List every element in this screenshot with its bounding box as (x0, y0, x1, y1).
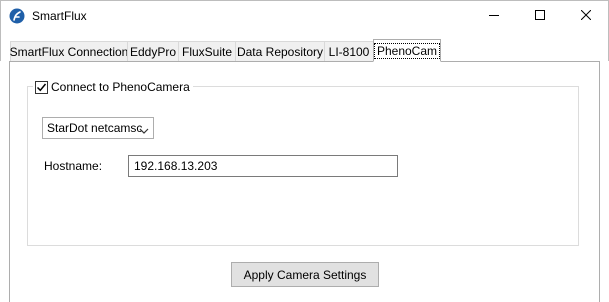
tab-fluxsuite[interactable]: FluxSuite (178, 41, 236, 62)
camera-model-value: StarDot netcamsc (47, 121, 143, 135)
camera-model-select[interactable]: StarDot netcamsc (42, 117, 154, 139)
tab-label: SmartFlux Connection (9, 44, 129, 59)
minimize-button[interactable] (471, 1, 517, 31)
connect-checkbox-label: Connect to PhenoCamera (51, 80, 190, 94)
checkmark-icon (36, 83, 47, 91)
maximize-button[interactable] (517, 1, 563, 31)
tab-data-repository[interactable]: Data Repository (235, 41, 325, 62)
title-bar: SmartFlux (0, 0, 609, 31)
window-title: SmartFlux (32, 9, 87, 23)
hostname-label: Hostname: (44, 159, 103, 173)
tab-eddypro[interactable]: EddyPro (127, 41, 179, 62)
apply-camera-settings-button[interactable]: Apply Camera Settings (231, 262, 379, 287)
tab-label: EddyPro (129, 44, 177, 59)
connect-checkbox[interactable] (35, 80, 48, 94)
maximize-icon (535, 9, 545, 23)
tab-label: PhenoCam (373, 42, 441, 59)
connect-checkbox-row[interactable]: Connect to PhenoCamera (33, 79, 193, 95)
chevron-down-icon (139, 124, 149, 138)
flux-logo-icon (9, 8, 25, 24)
tab-phenocam[interactable]: PhenoCam (373, 39, 441, 62)
hostname-field[interactable] (128, 155, 398, 177)
tab-label: FluxSuite (181, 44, 233, 59)
minimize-icon (489, 9, 499, 23)
tab-strip: SmartFlux Connection EddyPro FluxSuite D… (0, 31, 609, 62)
tab-smartflux-connection[interactable]: SmartFlux Connection (10, 41, 128, 62)
close-button[interactable] (563, 1, 609, 31)
tab-label: Data Repository (236, 44, 324, 59)
tab-label: LI-8100 (328, 44, 370, 59)
close-icon (580, 9, 592, 23)
tab-li-8100[interactable]: LI-8100 (324, 41, 374, 62)
apply-button-label: Apply Camera Settings (243, 267, 367, 282)
